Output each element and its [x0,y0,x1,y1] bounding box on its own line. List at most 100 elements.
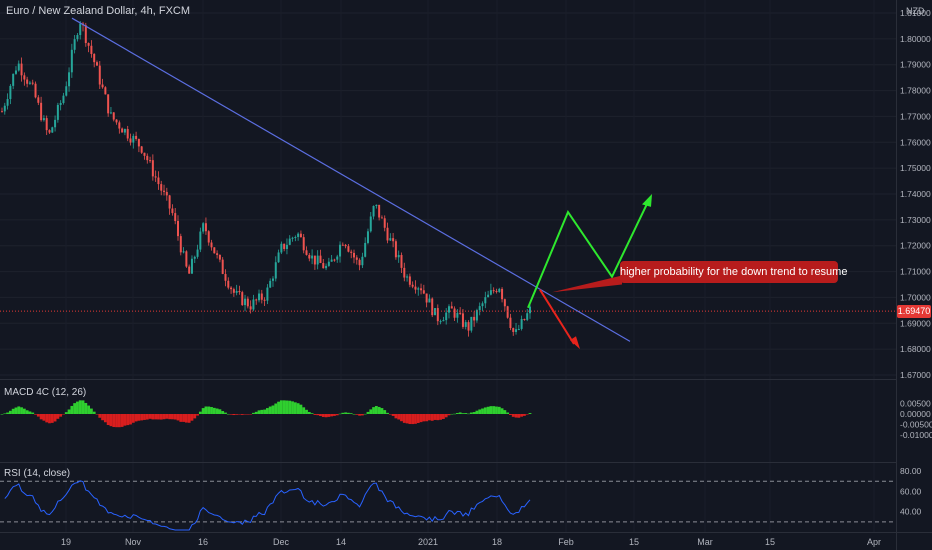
macd-pane-label[interactable]: MACD 4C (12, 26) [4,387,86,398]
macd-bar [123,414,127,426]
candle-body [473,316,476,321]
macd-bar [148,414,152,419]
macd-bar [20,407,23,414]
candle-body [204,223,207,232]
candle-body [294,236,297,238]
candle-body [260,293,263,300]
candle-body [118,122,121,129]
candle-body [501,288,504,300]
macd-bar [288,400,292,414]
macd-bar [45,414,49,423]
candle-body [31,82,34,84]
time-axis-label: 15 [765,537,775,547]
candle-body [269,280,272,288]
macd-bar [511,414,515,417]
candle-body [165,191,168,196]
candle-body [137,138,140,147]
candle-body [9,85,12,100]
candle-body [12,73,15,86]
candle-body [375,204,378,206]
macd-bar [252,412,255,414]
candle-body [380,217,383,219]
candle-body [420,288,423,291]
candle-body [252,299,255,310]
candle-body [330,259,333,262]
macd-axis-label: -0.01000 [900,430,932,440]
price-axis-label: 1.67000 [900,370,931,380]
macd-bar [193,414,197,419]
candle-body [512,328,515,332]
price-axis-label: 1.78000 [900,86,931,96]
price-axis[interactable]: 1.810001.800001.790001.780001.770001.760… [900,8,931,380]
candle-body [23,75,26,80]
candle-body [51,127,54,133]
candle-body [529,306,531,314]
candle-body [372,205,375,217]
macd-bar [483,407,487,414]
candle-body [481,303,484,307]
macd-bar [143,414,146,420]
candle-body [358,259,361,266]
candle-body [498,288,501,292]
macd-bar [157,414,160,420]
candle-body [526,313,529,320]
macd-bar [324,414,328,418]
candle-body [151,160,154,177]
macd-bar [360,414,364,416]
price-axis-label: 1.68000 [900,344,931,354]
macd-bar [254,411,258,414]
candle-body [319,255,322,263]
candle-body [520,319,523,329]
candle-body [126,129,129,139]
candle-body [84,25,87,44]
macd-bar [425,414,429,422]
macd-bar [369,409,373,414]
candle-body [216,253,219,255]
macd-bar [204,406,208,414]
macd-bar [190,414,194,421]
candle-body [182,251,185,253]
candle-body [196,249,199,257]
candle-body [62,95,65,103]
price-axis-label: 1.73000 [900,215,931,225]
candle-body [135,135,138,139]
macd-bar [291,401,294,414]
candle-body [45,118,48,131]
macd-bar [319,414,322,417]
rsi-axis-label: 60.00 [900,486,922,496]
macd-bar [285,400,289,414]
macd-bar [525,414,529,415]
macd-bar [394,414,398,419]
candle-body [95,62,98,66]
macd-bar [210,407,213,414]
candle-body [461,313,464,327]
candle-body [202,223,205,232]
time-axis-label: Nov [125,537,142,547]
candle-body [436,308,439,322]
time-axis-label: Dec [273,537,290,547]
macd-bar [517,414,521,418]
macd-bar [162,414,166,420]
macd-bar [103,414,107,423]
candle-body [445,312,448,321]
candle-body [428,298,431,303]
macd-bar [221,411,225,414]
candle-body [280,243,283,253]
macd-bar [503,410,507,414]
candle-body [322,262,325,269]
candle-body [383,218,386,228]
macd-bar [198,411,202,414]
candle-body [146,155,149,161]
candle-body [400,255,403,268]
macd-bar [17,406,21,414]
callout-annotation[interactable]: higher probability for the down trend to… [620,261,847,283]
macd-bar [441,414,445,419]
rsi-pane-label[interactable]: RSI (14, close) [4,468,70,479]
macd-bar [171,414,174,420]
macd-bar [444,414,448,418]
macd-bar [34,414,37,415]
candle-body [339,244,342,257]
macd-bar [196,414,199,416]
symbol-title[interactable]: Euro / New Zealand Dollar, 4h, FXCM [6,5,190,17]
candle-body [230,287,233,290]
